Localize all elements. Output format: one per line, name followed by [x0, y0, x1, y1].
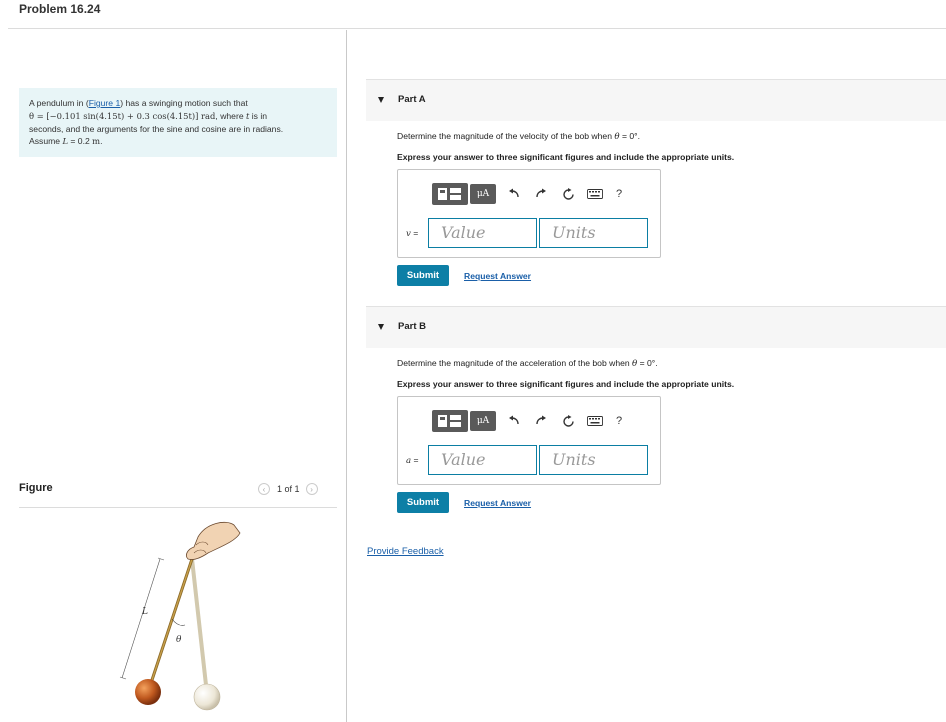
request-answer-link[interactable]: Request Answer — [464, 498, 531, 508]
collapse-triangle-icon[interactable] — [378, 97, 384, 103]
part-b-question: Determine the magnitude of the accelerat… — [397, 358, 658, 369]
part-a-header[interactable]: Part A — [366, 79, 946, 121]
provide-feedback-link[interactable]: Provide Feedback — [367, 546, 444, 557]
intro-line-2: θ = [−0.101 sin(4.15t) + 0.3 cos(4.15t)]… — [29, 110, 268, 121]
units-input[interactable]: Units — [539, 218, 648, 248]
keyboard-icon[interactable] — [586, 412, 604, 430]
figure-counter: 1 of 1 — [277, 484, 300, 494]
column-divider — [346, 30, 347, 722]
units-input[interactable]: Units — [539, 445, 648, 475]
figure-heading: Figure — [19, 482, 53, 494]
chevron-left-icon[interactable]: ‹ — [258, 483, 270, 495]
part-b-answer-box: μA ? a = Value Units — [397, 396, 661, 485]
part-a-title: Part A — [398, 94, 426, 105]
part-b-header[interactable]: Part B — [366, 306, 946, 348]
page-title: Problem 16.24 — [19, 2, 101, 16]
value-input[interactable]: Value — [428, 445, 537, 475]
submit-button[interactable]: Submit — [397, 492, 449, 513]
angle-label: θ — [176, 635, 182, 645]
units-mu-icon[interactable]: μA — [470, 184, 496, 204]
figure-pagination: ‹ 1 of 1 › — [258, 483, 318, 495]
pendulum-bob — [135, 679, 161, 705]
theta-equation: θ = [−0.101 sin(4.15t) + 0.3 cos(4.15t)]… — [29, 110, 216, 121]
value-input[interactable]: Value — [428, 218, 537, 248]
part-a-instruction: Express your answer to three significant… — [397, 152, 735, 162]
figure-link[interactable]: Figure 1 — [89, 98, 121, 108]
part-a-question: Determine the magnitude of the velocity … — [397, 131, 640, 142]
intro-line-3: seconds, and the arguments for the sine … — [29, 123, 284, 134]
velocity-label: v = — [406, 228, 419, 239]
templates-icon[interactable] — [432, 410, 468, 432]
reset-icon[interactable] — [559, 185, 577, 203]
math-toolbar: μA ? — [432, 183, 626, 205]
part-b-title: Part B — [398, 321, 426, 332]
acceleration-label: a = — [406, 455, 419, 466]
title-divider — [8, 28, 946, 29]
templates-icon[interactable] — [432, 183, 468, 205]
math-toolbar: μA ? — [432, 410, 626, 432]
figure-divider — [19, 507, 337, 508]
reset-icon[interactable] — [559, 412, 577, 430]
rest-bob — [193, 683, 221, 711]
undo-icon[interactable] — [505, 412, 523, 430]
chevron-right-icon[interactable]: › — [305, 483, 318, 495]
part-a-answer-box: μA ? v = Value Units — [397, 169, 661, 258]
pendulum-figure: L θ — [108, 515, 298, 720]
request-answer-link[interactable]: Request Answer — [464, 271, 531, 281]
intro-line-4: Assume L = 0.2 m. — [29, 136, 103, 147]
problem-statement: A pendulum in (Figure 1) has a swinging … — [19, 88, 337, 157]
length-label: L — [141, 607, 148, 617]
units-mu-icon[interactable]: μA — [470, 411, 496, 431]
redo-icon[interactable] — [532, 412, 550, 430]
keyboard-icon[interactable] — [586, 185, 604, 203]
collapse-triangle-icon[interactable] — [378, 324, 384, 330]
intro-line-1: A pendulum in (Figure 1) has a swinging … — [29, 98, 248, 108]
submit-button[interactable]: Submit — [397, 265, 449, 286]
help-icon[interactable]: ? — [612, 415, 626, 427]
help-icon[interactable]: ? — [612, 188, 626, 200]
undo-icon[interactable] — [505, 185, 523, 203]
part-b-instruction: Express your answer to three significant… — [397, 379, 735, 389]
redo-icon[interactable] — [532, 185, 550, 203]
